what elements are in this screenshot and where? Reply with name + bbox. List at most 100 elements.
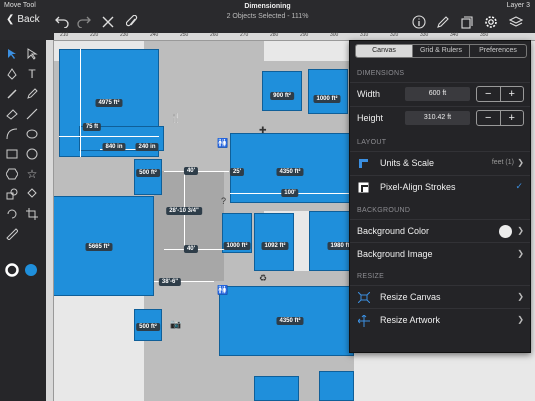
resize-canvas-icon [358, 292, 370, 303]
background-image-row[interactable]: Background Image ❯ [350, 242, 530, 265]
arc-icon [6, 128, 18, 140]
background-color-swatch[interactable] [499, 225, 512, 238]
height-input[interactable]: 310.42 ft [405, 111, 470, 125]
star-tool[interactable]: ☆ [24, 166, 40, 182]
width-label: Width [357, 89, 381, 99]
fill-tool[interactable] [24, 186, 40, 202]
arc-tool[interactable] [4, 126, 20, 142]
info-button[interactable] [409, 12, 429, 32]
ruler-tick: 250 [180, 32, 189, 38]
line-tool[interactable] [24, 106, 40, 122]
crop-tool[interactable] [24, 206, 40, 222]
units-scale-icon [359, 159, 368, 168]
eraser-icon [6, 109, 18, 120]
height-stepper[interactable]: − + [476, 110, 524, 126]
chevron-right-icon: ❯ [517, 292, 524, 301]
brush-tool[interactable] [4, 86, 20, 102]
restaurant-icon: 🍴 [170, 113, 182, 123]
room[interactable] [254, 376, 299, 401]
undo-icon [55, 16, 69, 28]
layers-icon [509, 16, 523, 27]
dimension-line [80, 49, 81, 157]
tab-canvas[interactable]: Canvas [356, 45, 413, 57]
dimension-line [59, 136, 159, 137]
dimension-label: 840 in [102, 143, 126, 151]
artboards-button[interactable] [457, 12, 477, 32]
room-area-label: 1000 ft² [223, 242, 251, 250]
background-color-label: Background Color [357, 226, 430, 236]
room[interactable] [319, 371, 354, 401]
width-stepper[interactable]: − + [476, 86, 524, 102]
restroom-icon: 🚻 [217, 285, 229, 295]
bucket-icon [27, 188, 37, 198]
room-area-label: 1000 ft² [313, 95, 341, 103]
room[interactable] [308, 69, 348, 114]
redo-icon [77, 16, 91, 28]
minus-icon[interactable]: − [477, 87, 501, 101]
units-scale-row[interactable]: Units & Scale feet (1) ❯ [350, 151, 530, 174]
lobby-area [154, 171, 224, 281]
crop-icon [26, 208, 38, 220]
width-input[interactable]: 600 ft [405, 87, 470, 101]
circle-tool[interactable] [24, 146, 40, 162]
units-scale-value: feet (1) [491, 159, 514, 166]
pen-tool[interactable] [4, 66, 20, 82]
shapes-tool[interactable] [4, 186, 20, 202]
pages-icon [461, 16, 473, 29]
ruler-tick: 220 [90, 32, 99, 38]
direct-select-tool[interactable] [24, 46, 40, 62]
layers-button[interactable] [506, 12, 526, 32]
plus-icon[interactable]: + [501, 87, 524, 101]
resize-artwork-row[interactable]: Resize Artwork ❯ [350, 308, 530, 331]
attach-button[interactable] [122, 12, 142, 32]
hexagon-icon [6, 168, 18, 180]
stroke-color-swatch[interactable] [4, 262, 20, 278]
line-icon [26, 108, 38, 120]
fill-color-swatch[interactable] [23, 262, 39, 278]
minus-icon[interactable]: − [477, 111, 501, 125]
ruler-tick: 350 [480, 32, 489, 38]
background-color-row[interactable]: Background Color ❯ [350, 219, 530, 242]
room[interactable] [309, 211, 354, 271]
pencil-tool[interactable] [24, 86, 40, 102]
room-area-label: 900 ft² [270, 92, 294, 100]
settings-button[interactable] [481, 12, 501, 32]
room[interactable] [134, 159, 162, 195]
ruler-tick: 280 [270, 32, 279, 38]
undo-button[interactable] [52, 12, 72, 32]
dimension-tool[interactable] [4, 226, 20, 242]
dimension-label: 240 in [135, 143, 159, 151]
close-icon [102, 16, 114, 28]
pixel-align-row[interactable]: Pixel-Align Strokes ✓ [350, 175, 530, 198]
room-area-label: 4350 ft² [276, 317, 304, 325]
dimension-label: 28'-10 3/4" [166, 207, 202, 215]
ellipse-tool[interactable] [24, 126, 40, 142]
polygon-tool[interactable] [4, 166, 20, 182]
dimension-label: 38'-6" [158, 278, 182, 286]
chevron-right-icon: ❯ [517, 249, 524, 258]
text-tool[interactable]: T [24, 66, 40, 82]
stroke-ring-icon [5, 263, 19, 277]
chevron-left-icon: ❮ [6, 14, 15, 25]
ruler-tick: 310 [360, 32, 369, 38]
select-tool[interactable] [4, 46, 20, 62]
delete-button[interactable] [98, 12, 118, 32]
back-button[interactable]: ❮ Back [6, 14, 40, 25]
tab-preferences[interactable]: Preferences [470, 45, 526, 57]
tool-palette: T ☆ [0, 40, 46, 401]
dimension-label: 40' [183, 245, 199, 253]
gear-icon [485, 16, 497, 28]
edit-button[interactable] [433, 12, 453, 32]
transform-tool[interactable] [4, 206, 20, 222]
measure-icon [6, 228, 18, 240]
tab-grid-rulers[interactable]: Grid & Rulers [413, 45, 470, 57]
ruler-tick: 320 [390, 32, 399, 38]
plus-icon[interactable]: + [501, 111, 524, 125]
redo-button[interactable] [74, 12, 94, 32]
checkmark-icon: ✓ [515, 181, 523, 191]
eraser-tool[interactable] [4, 106, 20, 122]
text-t-icon: T [28, 67, 36, 81]
resize-canvas-row[interactable]: Resize Canvas ❯ [350, 285, 530, 308]
room[interactable] [262, 71, 302, 111]
rectangle-tool[interactable] [4, 146, 20, 162]
